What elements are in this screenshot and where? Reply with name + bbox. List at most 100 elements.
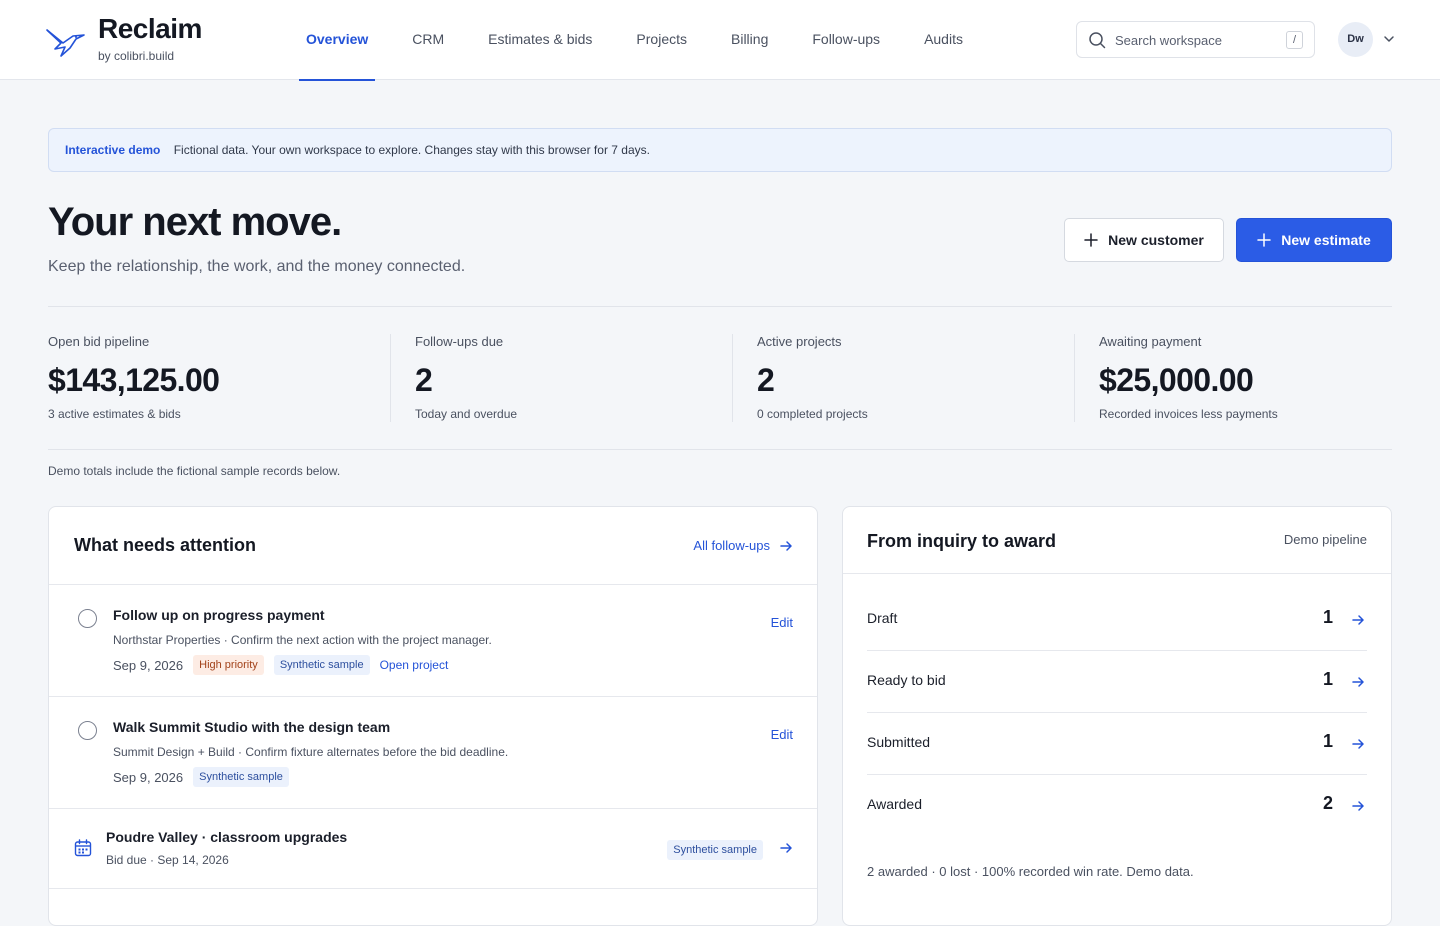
search-input[interactable] [1115, 30, 1275, 50]
nav-estimates-bids[interactable]: Estimates & bids [466, 0, 614, 80]
pipeline-card-header: From inquiry to award Demo pipeline [843, 507, 1391, 574]
nav-follow-ups[interactable]: Follow-ups [790, 0, 902, 80]
nav-audits[interactable]: Audits [902, 0, 985, 80]
stat-note: Today and overdue [415, 407, 518, 421]
attention-card: What needs attention All follow-ups Foll… [48, 506, 818, 926]
search-icon [1089, 32, 1106, 49]
divider [48, 306, 1392, 307]
pipeline-tag: Demo pipeline [1283, 532, 1367, 547]
all-follow-ups-label: All follow-ups [693, 538, 770, 553]
user-avatar[interactable]: Dw [1338, 22, 1373, 57]
pipeline-stage-awarded[interactable]: Awarded 2 [867, 775, 1367, 837]
new-estimate-label: New estimate [1281, 232, 1371, 248]
demo-banner: Interactive demo Fictional data. Your ow… [48, 128, 1392, 172]
pipeline-stage-ready-to-bid[interactable]: Ready to bid 1 [867, 651, 1367, 713]
attention-card-title: What needs attention [74, 535, 257, 555]
stat-active-projects[interactable]: Active projects 2 0 completed projects [732, 334, 1074, 422]
stage-name: Submitted [867, 734, 931, 750]
bid-due-item[interactable]: Poudre Valley · classroom upgrades Bid d… [49, 809, 817, 889]
stat-follow-ups-due[interactable]: Follow-ups due 2 Today and overdue [390, 334, 732, 422]
brand-name: Reclaim [98, 13, 202, 44]
stat-value: $25,000.00 [1099, 362, 1254, 398]
hummingbird-logo-icon [46, 29, 85, 57]
new-estimate-button[interactable]: New estimate [1236, 218, 1392, 262]
edit-task-link[interactable]: Edit [771, 615, 793, 630]
arrow-right-icon [780, 540, 792, 551]
follow-up-task: Walk Summit Studio with the design team … [49, 697, 817, 809]
bid-title: Poudre Valley · classroom upgrades [106, 829, 348, 845]
demo-banner-text: Fictional data. Your own workspace to ex… [173, 143, 650, 157]
task-description: Summit Design + Build · Confirm fixture … [113, 745, 509, 759]
arrow-right-icon [1352, 801, 1364, 811]
demo-totals-note: Demo totals include the fictional sample… [48, 464, 341, 478]
top-bar: Reclaim by colibri.build Overview CRM Es… [0, 0, 1440, 81]
pipeline-card-title: From inquiry to award [867, 531, 1057, 551]
sample-badge: Synthetic sample [193, 767, 289, 787]
stat-note: Recorded invoices less payments [1099, 407, 1278, 421]
all-follow-ups-link[interactable]: All follow-ups [693, 538, 793, 553]
nav-projects[interactable]: Projects [614, 0, 709, 80]
stat-note: 3 active estimates & bids [48, 407, 181, 421]
nav-overview[interactable]: Overview [284, 0, 390, 81]
plus-icon [1084, 233, 1098, 247]
chevron-down-icon[interactable] [1382, 32, 1396, 46]
pipeline-summary: 2 awarded · 0 lost · 100% recorded win r… [867, 864, 1194, 879]
stage-count: 1 [1322, 731, 1333, 751]
stat-value: $143,125.00 [48, 362, 220, 398]
page-title: Your next move. [48, 200, 342, 244]
stage-name: Awarded [867, 796, 923, 812]
stat-label: Active projects [757, 334, 842, 349]
stat-open-bid-pipeline[interactable]: Open bid pipeline $143,125.00 3 active e… [48, 334, 390, 422]
stat-label: Awaiting payment [1099, 334, 1202, 349]
task-description: Northstar Properties · Confirm the next … [113, 633, 492, 647]
stat-value: 2 [415, 362, 433, 398]
task-complete-checkbox[interactable] [78, 609, 97, 628]
open-project-link[interactable]: Open project [380, 658, 449, 672]
stat-label: Follow-ups due [415, 334, 504, 349]
stage-count: 1 [1322, 669, 1333, 689]
stat-label: Open bid pipeline [48, 334, 150, 349]
sample-badge: Synthetic sample [667, 840, 763, 860]
new-customer-button[interactable]: New customer [1064, 218, 1224, 262]
pipeline-stage-submitted[interactable]: Submitted 1 [867, 713, 1367, 775]
bid-due-date: Bid due · Sep 14, 2026 [106, 853, 229, 867]
task-title: Follow up on progress payment [113, 607, 325, 623]
priority-badge: High priority [193, 655, 264, 675]
brand[interactable]: Reclaim by colibri.build [46, 14, 202, 63]
task-title: Walk Summit Studio with the design team [113, 719, 391, 735]
nav-crm[interactable]: CRM [390, 0, 466, 80]
stage-count: 2 [1322, 793, 1333, 813]
task-meta: Sep 9, 2026 Synthetic sample [113, 767, 299, 787]
pipeline-card: From inquiry to award Demo pipeline Draf… [842, 506, 1392, 926]
stat-note: 0 completed projects [757, 407, 868, 421]
stat-awaiting-payment[interactable]: Awaiting payment $25,000.00 Recorded inv… [1074, 334, 1392, 422]
search-shortcut-key: / [1286, 31, 1303, 49]
stat-value: 2 [757, 362, 775, 398]
arrow-right-icon [1352, 677, 1364, 687]
search-box[interactable]: / [1076, 21, 1315, 58]
stage-name: Ready to bid [867, 672, 946, 688]
follow-up-task: Follow up on progress payment Northstar … [49, 585, 817, 697]
arrow-right-icon [1352, 739, 1364, 749]
demo-banner-tag: Interactive demo [65, 143, 161, 157]
task-date: Sep 9, 2026 [113, 657, 184, 673]
edit-task-link[interactable]: Edit [771, 727, 793, 742]
brand-subtitle: by colibri.build [98, 49, 175, 63]
divider [48, 449, 1392, 450]
stage-name: Draft [867, 610, 898, 626]
plus-icon [1257, 233, 1271, 247]
pipeline-stage-draft[interactable]: Draft 1 [867, 589, 1367, 651]
arrow-right-icon[interactable] [779, 841, 793, 855]
attention-card-header: What needs attention All follow-ups [49, 507, 817, 585]
task-complete-checkbox[interactable] [78, 721, 97, 740]
page-subtitle: Keep the relationship, the work, and the… [48, 258, 466, 275]
calendar-icon [74, 839, 92, 857]
nav-billing[interactable]: Billing [709, 0, 790, 80]
stage-count: 1 [1322, 607, 1333, 627]
task-date: Sep 9, 2026 [113, 769, 184, 785]
new-customer-label: New customer [1108, 232, 1204, 248]
arrow-right-icon [1352, 615, 1364, 625]
sample-badge: Synthetic sample [273, 655, 370, 675]
task-meta: Sep 9, 2026 High priority Synthetic samp… [113, 655, 448, 675]
main-nav: Overview CRM Estimates & bids Projects B… [284, 0, 985, 81]
